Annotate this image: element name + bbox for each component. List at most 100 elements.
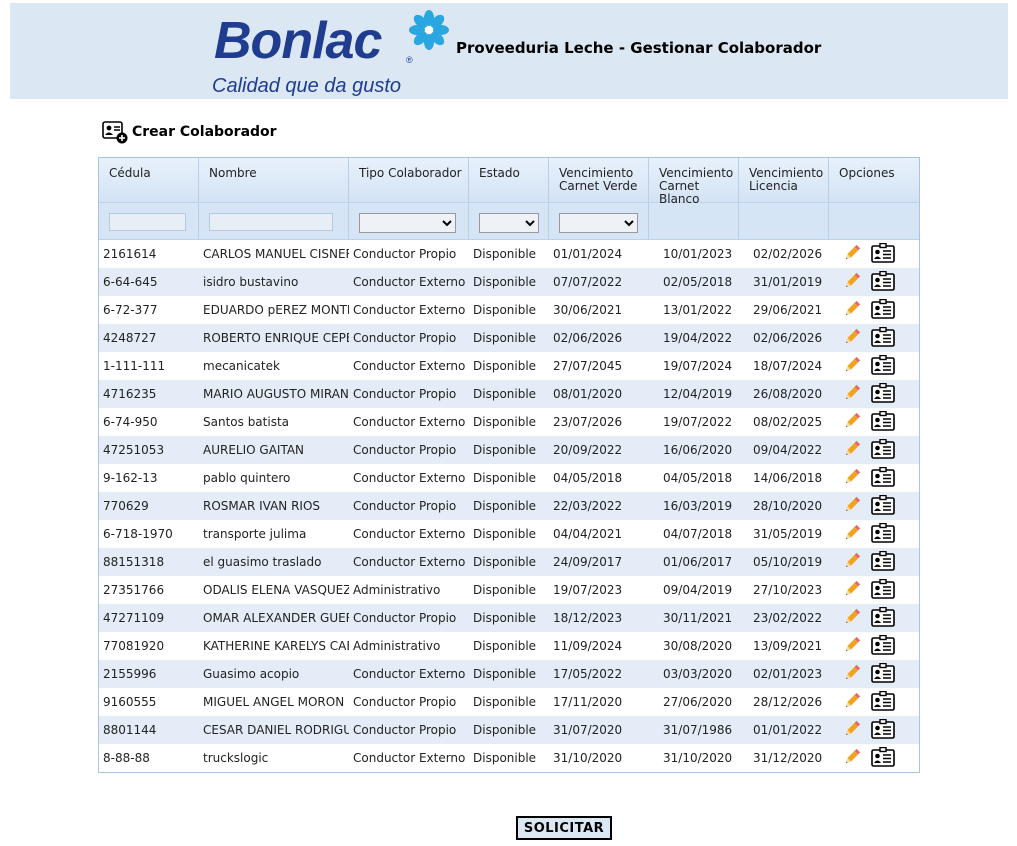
table-row: 47271109 OMAR ALEXANDER GUERRA Conductor P… [99,604,919,632]
contact-card-icon[interactable] [871,242,895,266]
create-colaborador-button[interactable]: Crear Colaborador [102,120,277,144]
column-header-opciones: Opciones [839,166,895,180]
contact-card-icon[interactable] [871,382,895,406]
cell-opciones [829,298,919,322]
pencil-icon[interactable] [843,244,861,265]
cell-cedula: 4248727 [103,331,157,345]
cell-opciones [829,690,919,714]
logo-registered-mark: ® [406,55,413,65]
pencil-icon[interactable] [843,664,861,685]
cell-nombre: ROBERTO ENRIQUE CEPEDA [203,331,349,345]
contact-card-icon[interactable] [871,550,895,574]
cell-venc-blanco: 13/01/2022 [663,303,733,317]
cell-nombre: Santos batista [203,415,290,429]
filter-cedula-input[interactable] [109,212,186,231]
contact-card-icon[interactable] [871,326,895,350]
cell-tipo: Conductor Propio [353,247,457,261]
cell-tipo: Conductor Propio [353,387,457,401]
cell-venc-blanco: 31/07/1986 [663,723,733,737]
cell-venc-blanco: 16/03/2019 [663,499,733,513]
contact-card-icon[interactable] [871,354,895,378]
cell-opciones [829,466,919,490]
pencil-icon[interactable] [843,328,861,349]
cell-venc-verde: 11/09/2024 [553,639,623,653]
cell-tipo: Conductor Externo [353,471,466,485]
cell-cedula: 47271109 [103,611,165,625]
cell-nombre: el guasimo traslado [203,555,322,569]
contact-card-icon[interactable] [871,410,895,434]
filter-venc-verde-select[interactable] [559,213,638,233]
cell-venc-blanco: 30/08/2020 [663,639,733,653]
cell-venc-verde: 02/06/2026 [553,331,623,345]
pencil-icon[interactable] [843,440,861,461]
column-header-estado[interactable]: Estado [469,158,549,202]
contact-card-icon[interactable] [871,662,895,686]
solicitar-button[interactable]: SOLICITAR [516,816,612,840]
cell-venc-verde: 18/12/2023 [553,611,623,625]
cell-estado: Disponible [473,415,537,429]
column-header-nombre[interactable]: Nombre [199,158,349,202]
contact-card-icon[interactable] [871,746,895,770]
filter-tipo-select[interactable] [359,213,456,233]
pencil-icon[interactable] [843,692,861,713]
cell-venc-verde: 17/05/2022 [553,667,623,681]
cell-tipo: Administrativo [353,583,441,597]
cell-venc-blanco: 03/03/2020 [663,667,733,681]
cell-venc-blanco: 27/06/2020 [663,695,733,709]
pencil-icon[interactable] [843,748,861,769]
filter-nombre-input[interactable] [209,212,333,231]
pencil-icon[interactable] [843,356,861,377]
contact-card-icon[interactable] [871,270,895,294]
pencil-icon[interactable] [843,552,861,573]
pencil-icon[interactable] [843,608,861,629]
contact-card-icon[interactable] [871,634,895,658]
cell-cedula: 6-74-950 [103,415,158,429]
cell-cedula: 77081920 [103,639,165,653]
pencil-icon[interactable] [843,496,861,517]
pencil-icon[interactable] [843,636,861,657]
cell-tipo: Conductor Propio [353,611,457,625]
cell-cedula: 8801144 [103,723,157,737]
cell-venc-blanco: 10/01/2023 [663,247,733,261]
contact-card-icon[interactable] [871,606,895,630]
contact-card-icon[interactable] [871,718,895,742]
pencil-icon[interactable] [843,272,861,293]
cell-tipo: Conductor Externo [353,751,466,765]
table-row: 6-72-377 EDUARDO pEREZ MONTENEGRO Conducto… [99,296,919,324]
cell-venc-verde: 17/11/2020 [553,695,623,709]
pencil-icon[interactable] [843,580,861,601]
cell-opciones [829,550,919,574]
cell-venc-licencia: 02/01/2023 [753,667,823,681]
pencil-icon[interactable] [843,524,861,545]
column-header-venc-verde[interactable]: Vencimiento Carnet Verde [549,158,649,202]
cell-estado: Disponible [473,443,537,457]
cell-estado: Disponible [473,275,537,289]
cell-opciones [829,438,919,462]
pencil-icon[interactable] [843,384,861,405]
contact-card-icon[interactable] [871,298,895,322]
contact-card-icon[interactable] [871,690,895,714]
cell-tipo: Conductor Externo [353,359,466,373]
cell-opciones [829,606,919,630]
contact-card-icon[interactable] [871,578,895,602]
column-header-tipo[interactable]: Tipo Colaborador [349,158,469,202]
column-header-venc-blanco[interactable]: Vencimiento Carnet Blanco [649,158,739,206]
bonlac-logo: Bonlac ® Calidad que da gusto [210,5,450,99]
pencil-icon[interactable] [843,720,861,741]
filter-estado-select[interactable] [479,213,539,233]
column-header-cedula[interactable]: Cédula [99,158,199,202]
pencil-icon[interactable] [843,300,861,321]
pencil-icon[interactable] [843,468,861,489]
cell-estado: Disponible [473,639,537,653]
cell-opciones [829,746,919,770]
cell-cedula: 9-162-13 [103,471,158,485]
pencil-icon[interactable] [843,412,861,433]
cell-tipo: Conductor Externo [353,303,466,317]
cell-opciones [829,270,919,294]
column-header-venc-licencia[interactable]: Vencimiento Licencia [739,158,829,202]
contact-card-icon[interactable] [871,466,895,490]
contact-card-icon[interactable] [871,494,895,518]
contact-card-icon[interactable] [871,522,895,546]
contact-card-icon[interactable] [871,438,895,462]
table-row: 47251053 AURELIO GAITAN Conductor Propio Di… [99,436,919,464]
